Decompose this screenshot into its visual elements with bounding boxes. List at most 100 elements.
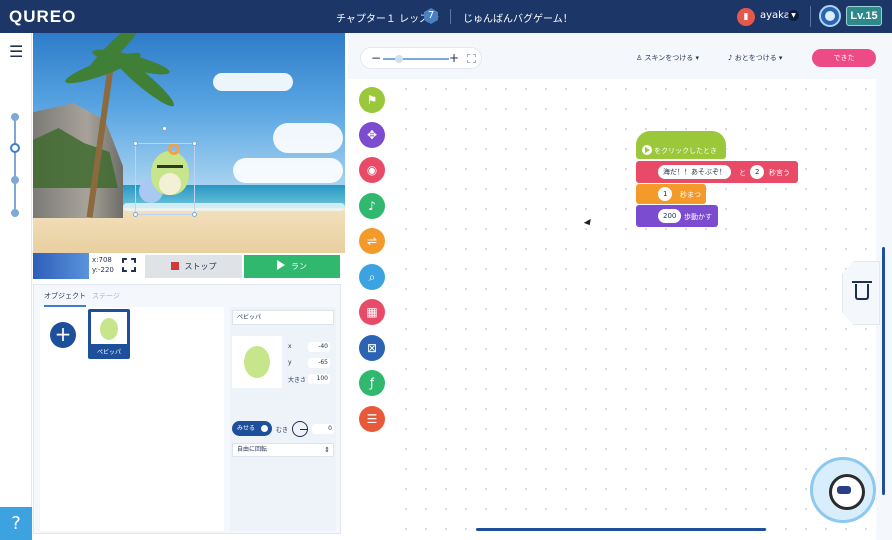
size-input[interactable]: 100: [308, 374, 330, 384]
chapter-title: チャプター１ レッスン: [336, 14, 440, 25]
stop-button[interactable]: ストップ: [145, 255, 242, 278]
move-icon[interactable]: ✥: [359, 122, 385, 148]
qureo-logo[interactable]: QUREO: [9, 7, 76, 27]
play-icon: [277, 260, 285, 270]
object-name: ペビッパ: [96, 349, 121, 356]
list-icon[interactable]: ☰: [359, 406, 385, 432]
sound-label: おとをつける: [734, 54, 777, 62]
fullscreen-icon[interactable]: [122, 258, 136, 272]
add-object-button[interactable]: +: [50, 322, 76, 348]
add-sound-button[interactable]: ♪ おとをつける ▾: [728, 53, 782, 63]
math-icon[interactable]: ⊠: [359, 335, 385, 361]
tab-stage[interactable]: ステージ: [92, 291, 120, 301]
say-text-input[interactable]: 海だ！！あそぶぞ！: [658, 165, 731, 179]
direction-input[interactable]: 0: [312, 424, 334, 434]
resize-handle[interactable]: [192, 141, 197, 146]
flag-icon[interactable]: ⚑: [359, 87, 385, 113]
cloud: [273, 123, 343, 153]
sensing-icon[interactable]: ⌕: [359, 264, 385, 290]
rotate-handle[interactable]: [162, 126, 167, 131]
zoom-control: − +: [360, 47, 482, 69]
direction-label: むき: [276, 427, 289, 434]
resize-handle[interactable]: [192, 212, 197, 217]
lesson-title: じゅんばんバグゲーム！: [463, 14, 573, 25]
object-card[interactable]: ペビッパ: [88, 309, 130, 359]
wait-suffix-label: 秒まつ: [680, 191, 701, 199]
stage-size-slider[interactable]: [14, 115, 16, 215]
say-suffix-label: 秒言う: [769, 169, 790, 177]
size-label: 大きさ: [288, 377, 307, 384]
say-and-label: と: [739, 169, 746, 177]
rank-badge-icon: [819, 5, 841, 27]
stage-canvas[interactable]: [33, 33, 345, 253]
hat-block-label: をクリックしたとき: [654, 147, 717, 155]
say-seconds-input[interactable]: 2: [750, 165, 765, 179]
chevron-down-icon: ▾: [776, 54, 783, 62]
sound-icon[interactable]: ♪: [359, 193, 385, 219]
tab-objects[interactable]: オブジェクト: [44, 291, 86, 307]
chevron-down-icon: ▾: [693, 54, 700, 62]
run-button[interactable]: ラン: [244, 255, 340, 278]
horizontal-scrollbar[interactable]: [476, 528, 766, 531]
zoom-knob[interactable]: [395, 55, 403, 63]
slider-stop[interactable]: [11, 176, 19, 184]
wait-seconds-block[interactable]: 1 秒まつ: [636, 184, 706, 204]
left-sidebar: ☰ ?: [0, 33, 32, 540]
look-icon[interactable]: ◉: [359, 157, 385, 183]
direction-dial[interactable]: [292, 421, 308, 437]
level-badge: Lv.15: [846, 6, 882, 26]
rotation-mode-select[interactable]: 自由に回転 ⇕: [232, 443, 334, 457]
wait-seconds-input[interactable]: 1: [658, 187, 673, 201]
add-skin-button[interactable]: ♙ スキンをつける ▾: [636, 53, 699, 63]
stop-label: ストップ: [184, 262, 217, 271]
object-name-field[interactable]: ペビッパ: [232, 310, 334, 325]
stage-mini-thumbnail: [33, 253, 89, 279]
user-menu-chevron-icon[interactable]: ▼: [788, 10, 799, 21]
zoom-in-button[interactable]: +: [449, 51, 459, 65]
y-input[interactable]: -65: [308, 358, 330, 368]
move-steps-input[interactable]: 200: [658, 209, 682, 223]
divider: [810, 6, 811, 27]
say-for-seconds-block[interactable]: 海だ！！あそぶぞ！ と 2 秒言う: [636, 161, 798, 183]
control-icon[interactable]: ⇌: [359, 228, 385, 254]
resize-handle[interactable]: [133, 141, 138, 146]
stop-icon: [170, 262, 179, 270]
object-preview: [232, 336, 282, 388]
play-icon: [642, 145, 652, 155]
trash-icon: [852, 281, 872, 300]
zoom-slider[interactable]: [383, 58, 449, 60]
done-button[interactable]: できた: [812, 49, 876, 67]
divider: [450, 9, 451, 24]
help-button[interactable]: ?: [0, 507, 32, 540]
mascot-helper-icon[interactable]: [810, 457, 876, 523]
x-input[interactable]: -40: [308, 342, 330, 352]
slider-stop[interactable]: [11, 113, 19, 121]
object-thumbnail: [91, 312, 127, 344]
cloud: [233, 158, 343, 183]
slider-stop[interactable]: [11, 209, 19, 217]
zoom-out-button[interactable]: −: [371, 51, 381, 65]
top-bar: QUREO チャプター１ レッスン 7 じゅんばんバグゲーム！ ▮ ayaka …: [0, 0, 892, 33]
mouse-cursor-icon: [583, 218, 594, 228]
function-icon[interactable]: ƒ: [359, 370, 385, 396]
mouse-y-readout: y:-220: [92, 266, 114, 274]
book-avatar-icon[interactable]: ▮: [737, 8, 755, 26]
variable-icon[interactable]: ▦: [359, 299, 385, 325]
when-run-clicked-block[interactable]: をクリックしたとき: [636, 131, 726, 159]
move-steps-block[interactable]: 200 歩動かす: [636, 205, 718, 227]
user-name[interactable]: ayaka: [760, 10, 790, 21]
fit-view-icon[interactable]: [467, 54, 476, 63]
trash-drop-zone[interactable]: [842, 261, 880, 325]
visibility-toggle[interactable]: みせる: [232, 421, 272, 436]
resize-handle[interactable]: [133, 212, 138, 217]
cloud: [213, 73, 293, 91]
hamburger-icon[interactable]: ☰: [9, 42, 23, 61]
x-label: x: [288, 343, 292, 350]
select-arrows-icon: ⇕: [324, 446, 330, 454]
music-note-icon: ♪: [728, 54, 735, 62]
script-workspace[interactable]: をクリックしたとき 海だ！！あそぶぞ！ と 2 秒言う 1 秒まつ 200 歩動…: [396, 79, 876, 540]
slider-knob[interactable]: [10, 143, 20, 153]
vertical-scrollbar[interactable]: [882, 247, 885, 495]
object-panel: オブジェクト ステージ + ペビッパ ペビッパ x -40 y -65 大きさ …: [33, 284, 341, 534]
sprite-selection-box[interactable]: [135, 143, 195, 215]
